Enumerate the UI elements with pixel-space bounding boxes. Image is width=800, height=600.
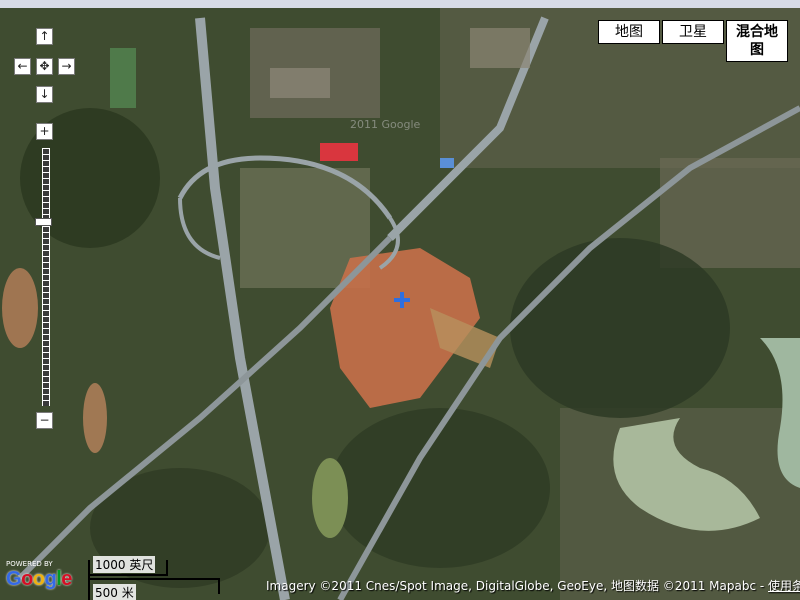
pan-right-button[interactable]: → bbox=[58, 58, 75, 75]
copyright-text: Imagery ©2011 Cnes/Spot Image, DigitalGl… bbox=[266, 579, 769, 593]
zoom-slider-track[interactable] bbox=[42, 148, 50, 406]
terms-of-use-link[interactable]: 使用条款 bbox=[768, 579, 800, 593]
logo-letter: o bbox=[21, 568, 33, 590]
pan-left-button[interactable]: ← bbox=[14, 58, 31, 75]
pan-up-button[interactable]: ↑ bbox=[36, 28, 53, 45]
scale-bar-bottom-tick bbox=[218, 578, 220, 594]
zoom-out-button[interactable]: − bbox=[36, 412, 53, 429]
pan-down-button[interactable]: ↓ bbox=[36, 86, 53, 103]
map-type-satellite-button[interactable]: 卫星 bbox=[662, 20, 724, 44]
map-type-hybrid-label-line2: 图 bbox=[750, 42, 764, 58]
map-viewport[interactable]: 2011 Google ↑ ← ✥ → ↓ + − 地图 卫星 混合地 图 10… bbox=[0, 0, 800, 600]
scale-bar-left-tick bbox=[88, 560, 90, 600]
logo-letter: o bbox=[32, 568, 45, 590]
map-type-hybrid-button[interactable]: 混合地 图 bbox=[726, 20, 788, 62]
scale-bar-bottom-line bbox=[88, 578, 220, 580]
scale-bar-top-tick bbox=[166, 560, 168, 576]
logo-letter: G bbox=[6, 568, 22, 590]
scale-metric-label: 500 米 bbox=[93, 584, 136, 600]
scale-bar-top-line bbox=[88, 574, 168, 576]
zoom-slider-thumb[interactable] bbox=[35, 218, 52, 226]
logo-letter: g bbox=[44, 568, 57, 590]
google-logo[interactable]: Google bbox=[6, 568, 72, 591]
map-type-hybrid-label-line1: 混合地 bbox=[736, 24, 778, 40]
logo-letter: e bbox=[61, 568, 72, 590]
zoom-in-button[interactable]: + bbox=[36, 123, 53, 140]
map-watermark: 2011 Google bbox=[350, 118, 421, 131]
map-type-map-button[interactable]: 地图 bbox=[598, 20, 660, 44]
crosshair-plus-icon bbox=[394, 292, 410, 308]
powered-by-label: POWERED BY bbox=[6, 560, 53, 568]
copyright-notice: Imagery ©2011 Cnes/Spot Image, DigitalGl… bbox=[266, 577, 800, 594]
pan-center-button[interactable]: ✥ bbox=[36, 58, 53, 75]
scale-imperial-label: 1000 英尺 bbox=[93, 556, 156, 573]
